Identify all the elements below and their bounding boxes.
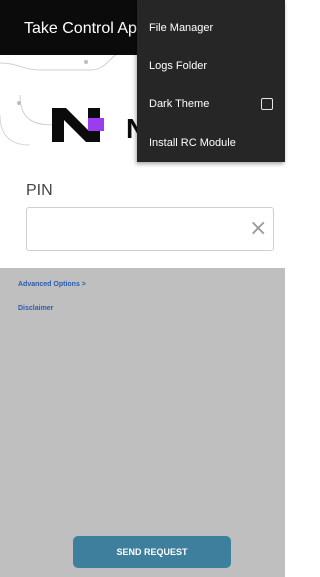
n-logo-icon — [52, 108, 104, 142]
pin-input[interactable]: × — [26, 207, 274, 251]
overlay-area: Advanced Options > Disclaimer SEND REQUE… — [0, 268, 285, 577]
overflow-menu: File Manager Logs Folder Dark Theme Inst… — [137, 0, 285, 162]
send-request-button[interactable]: SEND REQUEST — [73, 536, 231, 568]
menu-item-label: Logs Folder — [149, 60, 208, 72]
menu-item-file-manager[interactable]: File Manager — [149, 22, 279, 34]
menu-item-label: File Manager — [149, 22, 214, 34]
clear-icon[interactable]: × — [249, 218, 267, 240]
menu-item-label: Install RC Module — [149, 137, 236, 149]
menu-item-dark-theme[interactable]: Dark Theme — [149, 98, 279, 110]
dark-theme-checkbox[interactable] — [261, 98, 273, 110]
pin-label: PIN — [26, 182, 53, 199]
menu-item-logs-folder[interactable]: Logs Folder — [149, 60, 279, 72]
advanced-options-link[interactable]: Advanced Options > — [18, 281, 86, 288]
disclaimer-link[interactable]: Disclaimer — [18, 305, 53, 312]
menu-item-install-rc-module[interactable]: Install RC Module — [149, 137, 279, 149]
app-title: Take Control Ap — [24, 20, 137, 37]
menu-item-label: Dark Theme — [149, 98, 210, 110]
